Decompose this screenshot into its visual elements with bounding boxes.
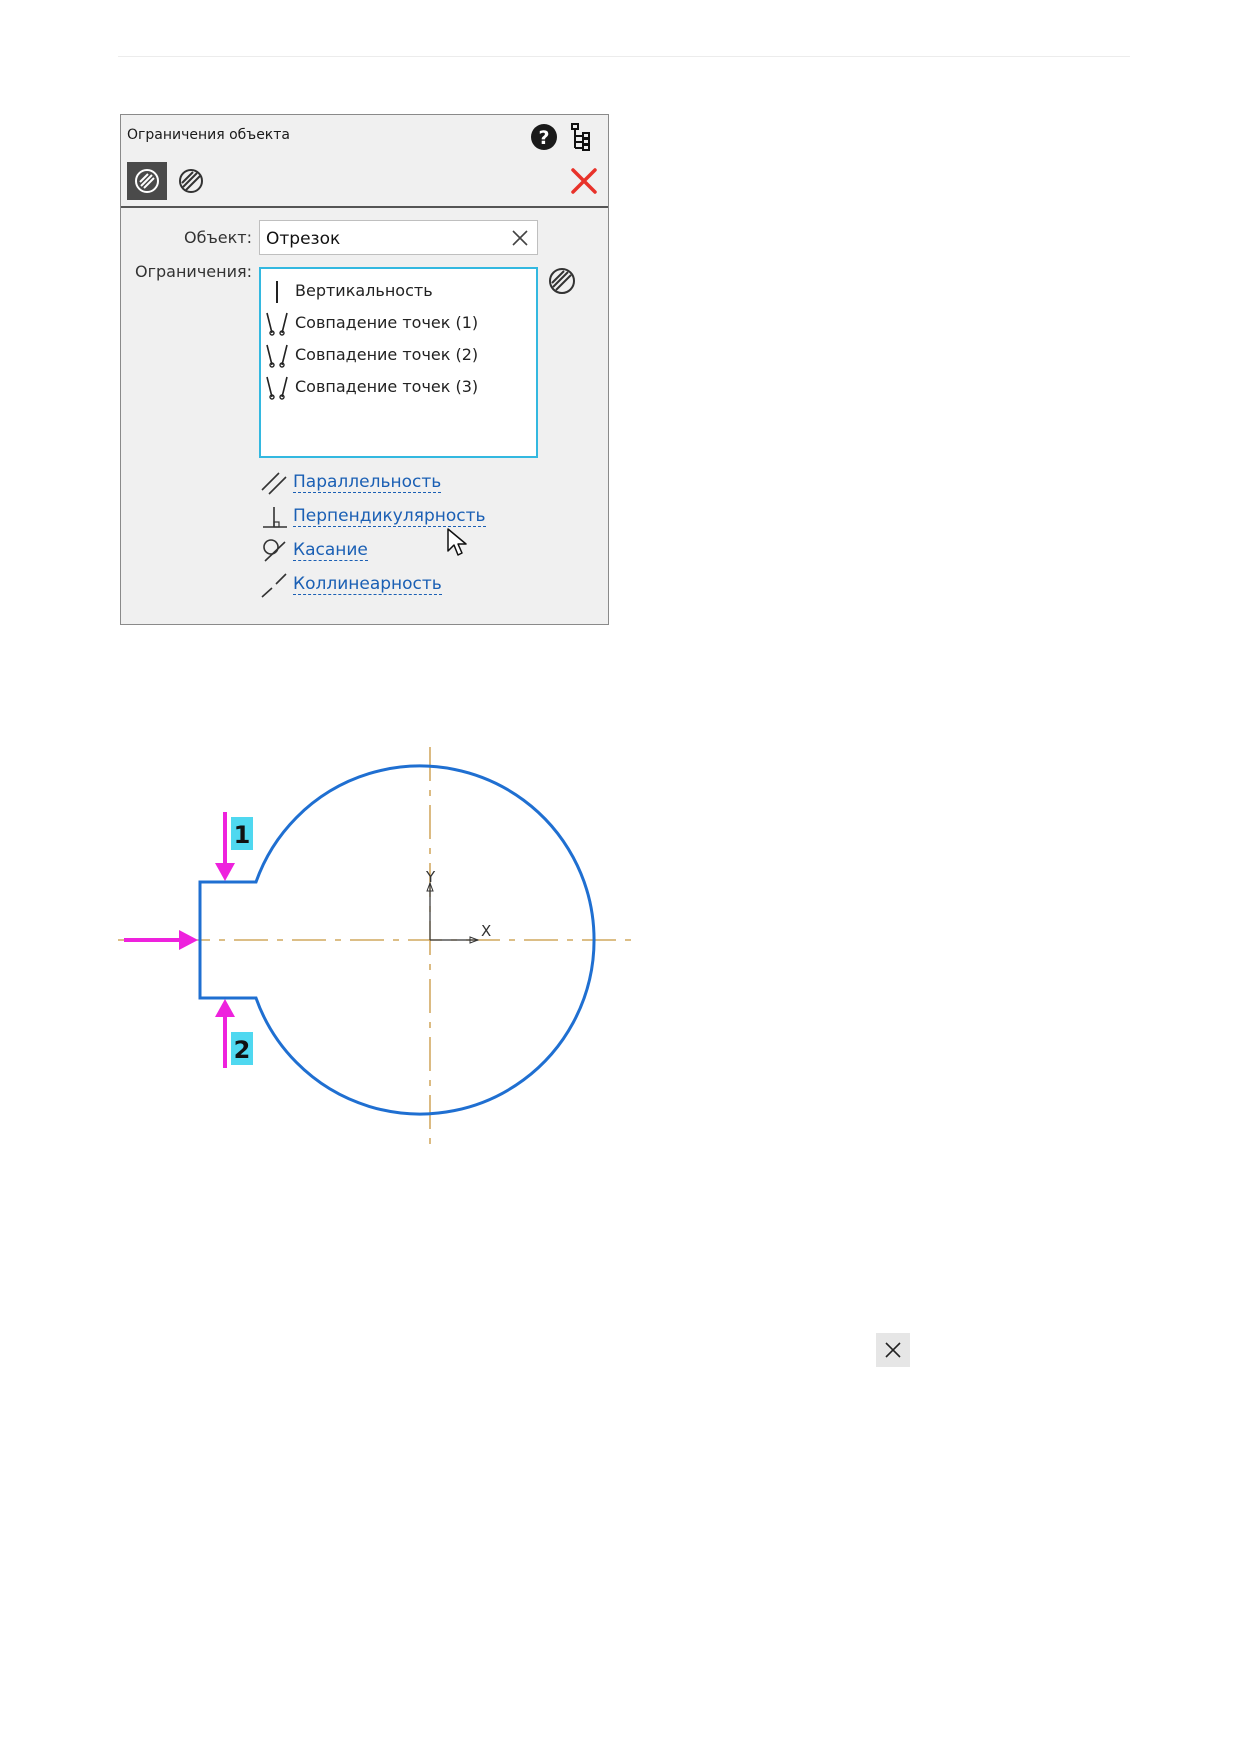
perpendicular-icon [263,507,287,528]
constraint-item-coincident-3[interactable]: Совпадение точек (3) [261,371,536,403]
vertical-constraint-icon [276,281,278,303]
svg-text:?: ? [538,127,549,149]
constraint-label: Совпадение точек (2) [295,345,479,364]
object-label: Объект: [184,228,252,247]
parallel-icon [261,472,287,495]
link-label[interactable]: Перпендикулярность [293,506,486,527]
arrow-left [124,930,198,950]
panel-header: Ограничения объекта ? [121,115,608,208]
axis-y-label: Y [425,868,436,886]
top-rule [118,56,1130,57]
constraint-item-coincident-2[interactable]: Совпадение точек (2) [261,339,536,371]
coincident-points-icon [266,376,288,400]
marker-1-label: 1 [234,821,251,849]
help-icon[interactable]: ? [530,123,558,151]
constraint-label: Совпадение точек (1) [295,313,479,332]
constraints-label: Ограничения: [135,262,252,281]
coincident-points-icon [266,312,288,336]
panel-title: Ограничения объекта [127,127,290,143]
constraint-mode-button[interactable] [176,165,206,197]
constraints-list[interactable]: Вертикальность Совпадение точек (1) Совп… [259,267,538,458]
arrow-marker-2: 2 [215,999,253,1068]
constraint-label: Совпадение точек (3) [295,377,479,396]
collinear-icon [261,573,287,598]
link-perpendicular[interactable]: Перпендикулярность [259,502,519,532]
sketch-drawing: Y X 1 2 [118,747,640,1150]
link-collinear[interactable]: Коллинеарность [259,570,519,600]
link-label[interactable]: Параллельность [293,472,442,493]
coordinate-axes: Y X [425,868,491,944]
object-constraints-panel: Ограничения объекта ? Объект: Отрезок Ог… [120,114,609,625]
tree-structure-icon[interactable] [570,122,596,152]
link-tangent[interactable]: Касание [259,536,519,566]
coincident-points-icon [266,344,288,368]
mouse-cursor-icon [447,528,467,556]
small-close-button[interactable] [876,1333,910,1367]
constraint-item-coincident-1[interactable]: Совпадение точек (1) [261,307,536,339]
object-field[interactable]: Отрезок [259,220,538,255]
constraint-link-icon [135,169,159,193]
link-parallel[interactable]: Параллельность [259,468,519,498]
close-icon[interactable] [569,166,599,196]
hatched-circle-icon [179,169,203,193]
close-icon [885,1342,901,1358]
hatched-circle-icon[interactable] [546,265,578,297]
constraint-mode-button-active[interactable] [127,162,167,200]
axis-x-label: X [481,922,491,940]
marker-2-label: 2 [234,1036,251,1064]
clear-icon[interactable] [511,229,529,247]
constraint-label: Вертикальность [295,281,433,300]
tangent-icon [263,539,286,562]
link-label[interactable]: Коллинеарность [293,574,442,595]
header-divider [121,206,608,208]
link-label[interactable]: Касание [293,540,368,561]
object-value: Отрезок [266,229,341,249]
constraint-item-vertical[interactable]: Вертикальность [261,275,536,307]
arrow-marker-1: 1 [215,812,253,881]
